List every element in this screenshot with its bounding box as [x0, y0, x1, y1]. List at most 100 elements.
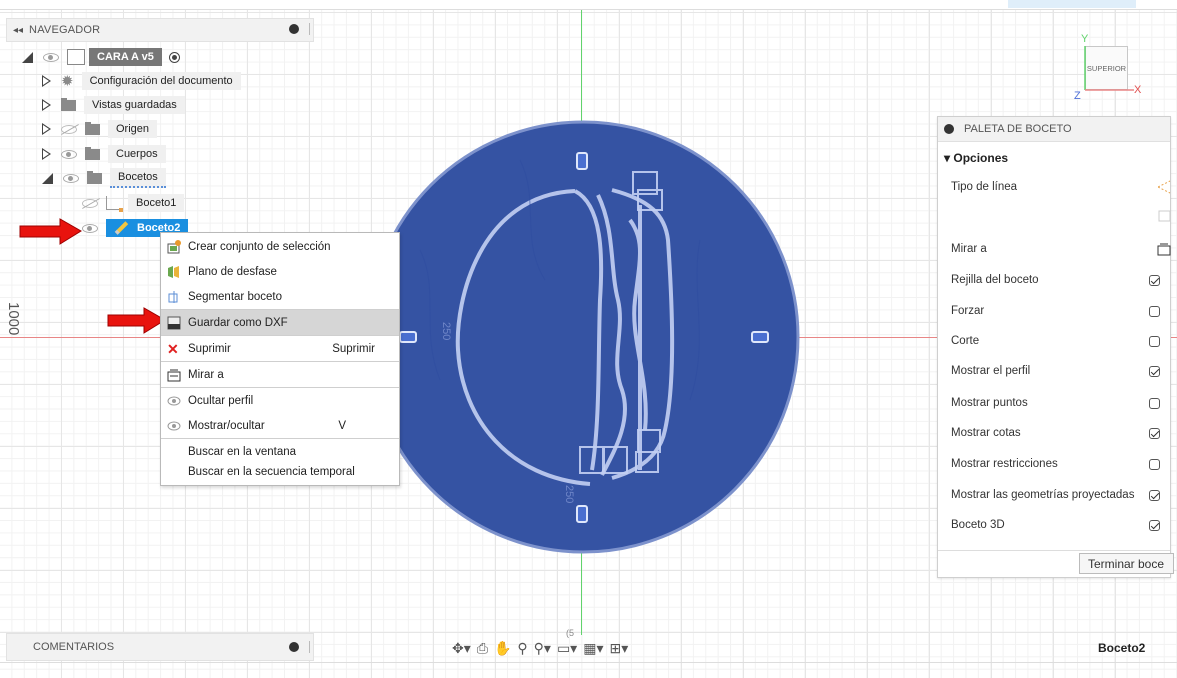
palette-title: PALETA DE BOCETO — [964, 123, 1072, 135]
eye-icon — [167, 419, 181, 433]
menu-label: Guardar como DXF — [188, 316, 288, 329]
tree-row-component[interactable]: CARA A v5 — [22, 47, 180, 67]
component-name[interactable]: CARA A v5 — [89, 48, 162, 66]
expand-open-icon[interactable] — [42, 172, 53, 184]
checkbox-checked[interactable] — [1149, 489, 1160, 501]
dimension-text-bottom: 250 — [563, 485, 575, 503]
eye-icon[interactable] — [43, 52, 59, 62]
orbit-icon[interactable]: ✥▾ — [452, 640, 471, 657]
zoom-icon[interactable]: ⚲ — [517, 640, 527, 657]
palette-header[interactable]: PALETA DE BOCETO — [938, 117, 1170, 142]
pin-icon[interactable] — [289, 24, 299, 34]
eye-icon[interactable] — [61, 149, 77, 159]
checkbox[interactable] — [1149, 397, 1160, 409]
menu-item-create-selection-set[interactable]: Crear conjunto de selección — [161, 234, 399, 259]
grid-icon[interactable]: ▦▾ — [583, 640, 603, 657]
eye-icon — [167, 394, 181, 408]
palette-row-slice[interactable]: Corte — [951, 331, 1166, 351]
panel-divider — [309, 23, 310, 35]
menu-item-hide-profile[interactable]: Ocultar perfil — [161, 388, 399, 413]
look-at-icon[interactable] — [1157, 242, 1171, 256]
tree-row-saved-views[interactable]: Vistas guardadas — [42, 95, 185, 115]
expand-closed-icon[interactable] — [42, 123, 51, 135]
palette-row-show-points[interactable]: Mostrar puntos — [951, 393, 1166, 413]
checkbox-checked[interactable] — [1149, 519, 1160, 531]
expand-closed-icon[interactable] — [42, 148, 51, 160]
palette-divider — [938, 550, 1170, 551]
viewports-icon[interactable]: ⊞▾ — [609, 640, 628, 657]
palette-row-sketch-grid[interactable]: Rejilla del boceto — [951, 270, 1166, 290]
checkbox[interactable] — [1149, 458, 1160, 470]
palette-row-show-dimensions[interactable]: Mostrar cotas — [951, 423, 1166, 443]
menu-item-offset-plane[interactable]: Plano de desfase — [161, 259, 399, 284]
row-label: Forzar — [951, 305, 985, 317]
eye-icon[interactable] — [63, 173, 79, 183]
slice-icon — [167, 290, 181, 304]
palette-row-look-at[interactable]: Mirar a — [951, 239, 1166, 259]
menu-item-find-in-timeline[interactable]: Buscar en la secuencia temporal — [161, 459, 399, 484]
fit-icon[interactable]: ⚲▾ — [534, 640, 551, 657]
expand-closed-icon[interactable] — [42, 99, 51, 111]
look-at-icon[interactable]: ⎙ — [477, 640, 488, 657]
menu-item-look-at[interactable]: Mirar a — [161, 362, 399, 387]
tree-row-sketch1[interactable]: Boceto1 — [82, 193, 185, 213]
pan-icon[interactable]: ✋ — [494, 640, 511, 657]
menu-item-slice-sketch[interactable]: Segmentar boceto — [161, 284, 399, 309]
checkbox-checked[interactable] — [1149, 427, 1160, 439]
pin-icon[interactable] — [289, 642, 299, 652]
row-label: Corte — [951, 335, 980, 347]
checkbox-checked[interactable] — [1149, 274, 1160, 286]
row-label: Mostrar el perfil — [951, 365, 1031, 377]
browser-title: NAVEGADOR — [29, 24, 101, 36]
row-label: Mirar a — [951, 243, 987, 255]
browser-header[interactable]: ◂◂ NAVEGADOR — [6, 18, 314, 42]
activate-radio-icon[interactable] — [168, 51, 180, 63]
eye-hidden-icon[interactable] — [61, 124, 77, 134]
display-settings-icon[interactable]: ▭▾ — [557, 640, 577, 657]
grip-handle — [576, 152, 588, 170]
menu-label: Crear conjunto de selección — [188, 240, 331, 253]
menu-item-delete[interactable]: ✕ Suprimir Suprimir — [161, 336, 399, 361]
tree-label: Origen — [108, 120, 158, 138]
tree-label: Vistas guardadas — [84, 96, 185, 114]
palette-row-show-projected[interactable]: Mostrar las geometrías proyectadas — [951, 485, 1166, 505]
expand-closed-icon[interactable] — [42, 75, 51, 87]
expand-open-icon[interactable] — [22, 51, 33, 63]
section-label: Opciones — [953, 151, 1009, 165]
checkbox[interactable] — [1149, 335, 1160, 347]
tree-row-document-settings[interactable]: ✹ Configuración del documento — [42, 71, 241, 91]
offset-plane-icon — [167, 265, 181, 279]
menu-item-save-dxf[interactable]: Guardar como DXF — [161, 310, 399, 335]
tree-row-bodies[interactable]: Cuerpos — [42, 144, 166, 164]
grip-handle — [751, 331, 769, 343]
palette-row-3d-sketch[interactable]: Boceto 3D — [951, 515, 1166, 535]
menu-label: Plano de desfase — [188, 265, 277, 278]
eye-icon[interactable] — [82, 223, 98, 233]
menu-label: Mirar a — [188, 368, 224, 381]
row-label: Boceto 3D — [951, 519, 1005, 531]
centerline-icon[interactable] — [1158, 209, 1172, 223]
checkbox[interactable] — [1149, 305, 1160, 317]
folder-icon — [87, 170, 102, 184]
checkbox-checked[interactable] — [1149, 365, 1160, 377]
finish-sketch-button[interactable]: Terminar boce — [1079, 553, 1174, 574]
pencil-icon — [114, 221, 129, 235]
y-axis-label: Y — [1081, 33, 1089, 45]
collapse-icon[interactable]: ◂◂ — [13, 25, 23, 36]
construction-line-icon[interactable] — [1158, 179, 1172, 195]
menu-shortcut: V — [338, 419, 346, 432]
palette-row-show-constraints[interactable]: Mostrar restricciones — [951, 454, 1166, 474]
palette-row-show-profile[interactable]: Mostrar el perfil — [951, 361, 1166, 381]
comments-panel[interactable]: COMENTARIOS — [6, 633, 314, 661]
pin-icon[interactable] — [944, 124, 954, 134]
eye-hidden-icon[interactable] — [82, 198, 98, 208]
selection-set-icon — [167, 239, 181, 254]
options-section[interactable]: ▾ Opciones — [944, 151, 1008, 165]
menu-item-show-hide[interactable]: Mostrar/ocultar V — [161, 413, 399, 438]
palette-row-snap[interactable]: Forzar — [951, 301, 1166, 321]
tree-row-origin[interactable]: Origen — [42, 119, 158, 139]
tree-row-sketches[interactable]: Bocetos — [42, 168, 166, 188]
disc-profile — [366, 120, 800, 554]
palette-row-line-type: Tipo de línea — [951, 177, 1166, 197]
row-label: Mostrar puntos — [951, 397, 1028, 409]
